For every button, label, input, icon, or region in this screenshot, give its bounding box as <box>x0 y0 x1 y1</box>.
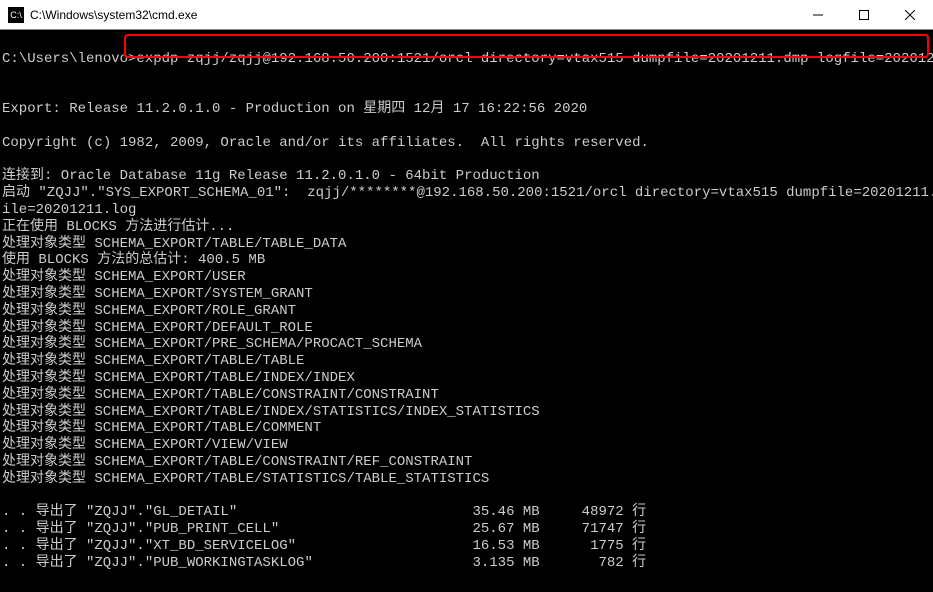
prompt-line: C:\Users\lenovo>expdp zqjj/zqjj@192.168.… <box>2 51 931 68</box>
output-line: 启动 "ZQJJ"."SYS_EXPORT_SCHEMA_01": zqjj/*… <box>2 185 931 202</box>
prompt-prefix: C:\Users\lenovo> <box>2 51 136 67</box>
terminal-output[interactable]: C:\Users\lenovo>expdp zqjj/zqjj@192.168.… <box>0 30 933 592</box>
output-line: 使用 BLOCKS 方法的总估计: 400.5 MB <box>2 252 931 269</box>
output-line: 处理对象类型 SCHEMA_EXPORT/TABLE/INDEX/INDEX <box>2 370 931 387</box>
export-row: . . 导出了 "ZQJJ"."XT_BD_SERVICELOG" 16.53 … <box>2 538 931 555</box>
output-line: 处理对象类型 SCHEMA_EXPORT/TABLE/TABLE_DATA <box>2 236 931 253</box>
output-line: 处理对象类型 SCHEMA_EXPORT/TABLE/TABLE <box>2 353 931 370</box>
output-line: 处理对象类型 SCHEMA_EXPORT/VIEW/VIEW <box>2 437 931 454</box>
output-line: Copyright (c) 1982, 2009, Oracle and/or … <box>2 135 931 152</box>
window-titlebar: C:\ C:\Windows\system32\cmd.exe <box>0 0 933 30</box>
window-title: C:\Windows\system32\cmd.exe <box>30 8 795 22</box>
output-line: ile=20201211.log <box>2 202 931 219</box>
window-controls <box>795 0 933 29</box>
output-line: 处理对象类型 SCHEMA_EXPORT/PRE_SCHEMA/PROCACT_… <box>2 336 931 353</box>
close-button[interactable] <box>887 0 933 29</box>
export-rows: . . 导出了 "ZQJJ"."GL_DETAIL" 35.46 MB 4897… <box>2 504 931 571</box>
output-line: 处理对象类型 SCHEMA_EXPORT/TABLE/INDEX/STATIST… <box>2 404 931 421</box>
export-row: . . 导出了 "ZQJJ"."PUB_WORKINGTASKLOG" 3.13… <box>2 555 931 572</box>
output-line <box>2 84 931 101</box>
output-line: 处理对象类型 SCHEMA_EXPORT/SYSTEM_GRANT <box>2 286 931 303</box>
output-line <box>2 152 931 169</box>
output-line: 处理对象类型 SCHEMA_EXPORT/TABLE/CONSTRAINT/CO… <box>2 387 931 404</box>
output-line: 处理对象类型 SCHEMA_EXPORT/USER <box>2 269 931 286</box>
output-line: 处理对象类型 SCHEMA_EXPORT/ROLE_GRANT <box>2 303 931 320</box>
output-line <box>2 118 931 135</box>
export-row: . . 导出了 "ZQJJ"."GL_DETAIL" 35.46 MB 4897… <box>2 504 931 521</box>
cmd-icon: C:\ <box>8 7 24 23</box>
output-line: 连接到: Oracle Database 11g Release 11.2.0.… <box>2 168 931 185</box>
prompt-command: expdp zqjj/zqjj@192.168.50.200:1521/orcl… <box>136 51 933 67</box>
output-line: 处理对象类型 SCHEMA_EXPORT/DEFAULT_ROLE <box>2 320 931 337</box>
output-line: 处理对象类型 SCHEMA_EXPORT/TABLE/CONSTRAINT/RE… <box>2 454 931 471</box>
output-line: Export: Release 11.2.0.1.0 - Production … <box>2 101 931 118</box>
output-line: 正在使用 BLOCKS 方法进行估计... <box>2 219 931 236</box>
output-line: 处理对象类型 SCHEMA_EXPORT/TABLE/COMMENT <box>2 420 931 437</box>
minimize-button[interactable] <box>795 0 841 29</box>
maximize-button[interactable] <box>841 0 887 29</box>
export-row: . . 导出了 "ZQJJ"."PUB_PRINT_CELL" 25.67 MB… <box>2 521 931 538</box>
output-line: 处理对象类型 SCHEMA_EXPORT/TABLE/STATISTICS/TA… <box>2 471 931 488</box>
output-lines: Export: Release 11.2.0.1.0 - Production … <box>2 84 931 487</box>
